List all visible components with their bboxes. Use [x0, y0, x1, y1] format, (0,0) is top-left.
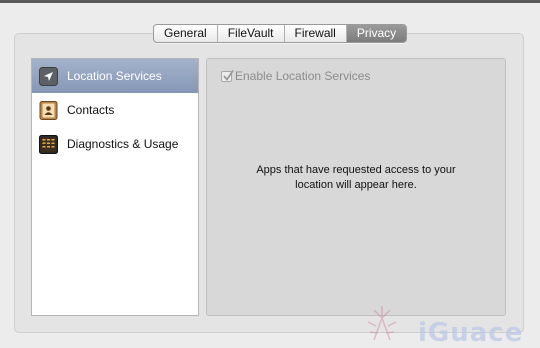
- tab-general[interactable]: General: [154, 25, 218, 42]
- sidebar-item-contacts[interactable]: Contacts: [32, 93, 198, 127]
- watermark-text: iGuace: [418, 318, 524, 348]
- empty-apps-message-line1: Apps that have requested access to your: [256, 164, 456, 176]
- privacy-sidebar: Location Services Contacts Diagnostics &…: [31, 58, 199, 316]
- contacts-book-icon: [39, 100, 58, 120]
- location-services-pane: Enable Location Services Apps that have …: [206, 58, 506, 316]
- sidebar-item-label: Contacts: [67, 103, 115, 117]
- location-arrow-icon: [39, 66, 58, 86]
- tab-privacy[interactable]: Privacy: [346, 25, 407, 42]
- tab-firewall[interactable]: Firewall: [285, 25, 347, 42]
- sidebar-item-label: Location Services: [67, 69, 162, 83]
- sidebar-item-diagnostics-usage[interactable]: Diagnostics & Usage: [32, 127, 198, 161]
- tab-filevault[interactable]: FileVault: [218, 25, 285, 42]
- checkmark-icon: [223, 69, 234, 81]
- enable-location-services-row[interactable]: Enable Location Services: [221, 69, 370, 83]
- sidebar-item-location-services[interactable]: Location Services: [32, 59, 198, 93]
- sidebar-item-label: Diagnostics & Usage: [67, 137, 179, 151]
- enable-location-services-label: Enable Location Services: [235, 69, 371, 83]
- empty-apps-message-line2: location will appear here.: [295, 179, 417, 191]
- enable-location-services-checkbox[interactable]: [221, 69, 234, 82]
- diagnostics-console-icon: [39, 134, 58, 154]
- empty-apps-message: Apps that have requested access to your …: [207, 163, 505, 193]
- tab-bar: General FileVault Firewall Privacy: [153, 24, 408, 43]
- window-top-edge: [0, 0, 540, 3]
